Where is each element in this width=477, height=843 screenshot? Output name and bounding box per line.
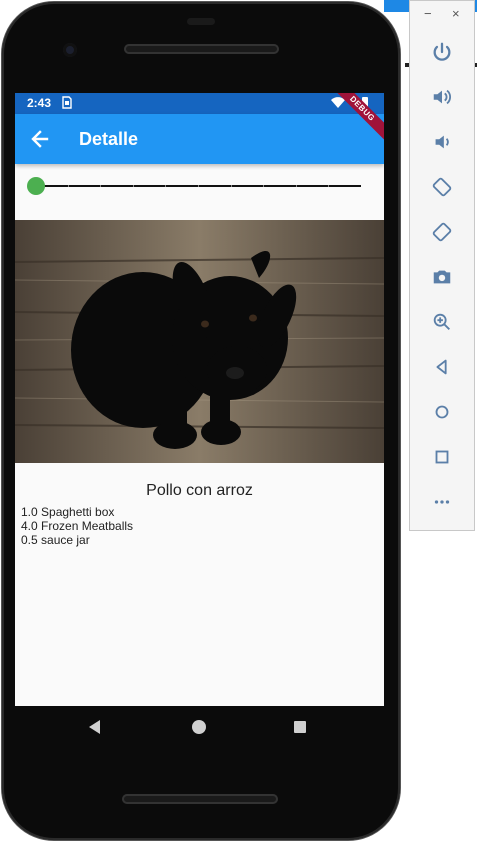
puppy-photo-illustration bbox=[15, 220, 384, 463]
slider-tick bbox=[67, 185, 69, 187]
status-bar: 2:43 bbox=[15, 93, 384, 114]
camera-icon[interactable] bbox=[429, 264, 455, 290]
slider-tick bbox=[132, 185, 134, 187]
quantity-slider[interactable] bbox=[15, 172, 384, 200]
zoom-icon[interactable] bbox=[429, 309, 455, 335]
close-button[interactable]: × bbox=[452, 6, 460, 21]
minimize-button[interactable]: − bbox=[424, 6, 432, 21]
rotate-right-icon[interactable] bbox=[429, 219, 455, 245]
volume-up-icon[interactable] bbox=[429, 84, 455, 110]
slider-tick bbox=[198, 185, 199, 187]
system-nav-bar bbox=[15, 706, 384, 748]
recipe-photo bbox=[15, 220, 384, 463]
front-camera bbox=[63, 43, 77, 57]
rotate-left-icon[interactable] bbox=[429, 174, 455, 200]
recipe-title: Pollo con arroz bbox=[146, 482, 253, 499]
ingredient-item: 4.0 Frozen Meatballs bbox=[21, 519, 134, 533]
slider-thumb[interactable] bbox=[27, 177, 45, 195]
volume-down-icon[interactable] bbox=[429, 129, 455, 155]
ingredient-list: 1.0 Spaghetti box 4.0 Frozen Meatballs 0… bbox=[21, 505, 133, 547]
home-icon[interactable] bbox=[429, 399, 455, 425]
back-icon[interactable] bbox=[429, 354, 455, 380]
nav-back-icon[interactable] bbox=[89, 720, 100, 734]
ingredient-item: 1.0 Spaghetti box bbox=[21, 505, 115, 519]
nav-recents-icon[interactable] bbox=[294, 721, 306, 733]
status-time: 2:43 bbox=[27, 96, 52, 110]
phone-screen: 2:43 Detalle DEBUG Pollo con arroz 1.0 S… bbox=[15, 93, 384, 706]
slider-tick bbox=[263, 185, 265, 187]
more-icon[interactable] bbox=[429, 489, 455, 515]
slider-tick bbox=[295, 185, 297, 187]
nav-home-icon[interactable] bbox=[192, 720, 206, 734]
power-icon[interactable] bbox=[429, 39, 455, 65]
bottom-speaker bbox=[122, 794, 278, 804]
slider-tick bbox=[230, 185, 232, 187]
page-title: Detalle bbox=[79, 129, 139, 149]
arrow-back-icon[interactable] bbox=[27, 127, 53, 151]
slider-tick bbox=[328, 185, 330, 187]
app-bar: Detalle bbox=[15, 114, 384, 164]
overview-icon[interactable] bbox=[429, 444, 455, 470]
slider-tick bbox=[100, 185, 102, 187]
phone-top-slot bbox=[187, 18, 215, 25]
sim-card-icon bbox=[62, 96, 72, 112]
emulator-side-panel: − × bbox=[409, 0, 475, 531]
earpiece-speaker bbox=[124, 44, 279, 54]
slider-tick bbox=[165, 185, 167, 187]
ingredient-item: 0.5 sauce jar bbox=[21, 533, 90, 547]
